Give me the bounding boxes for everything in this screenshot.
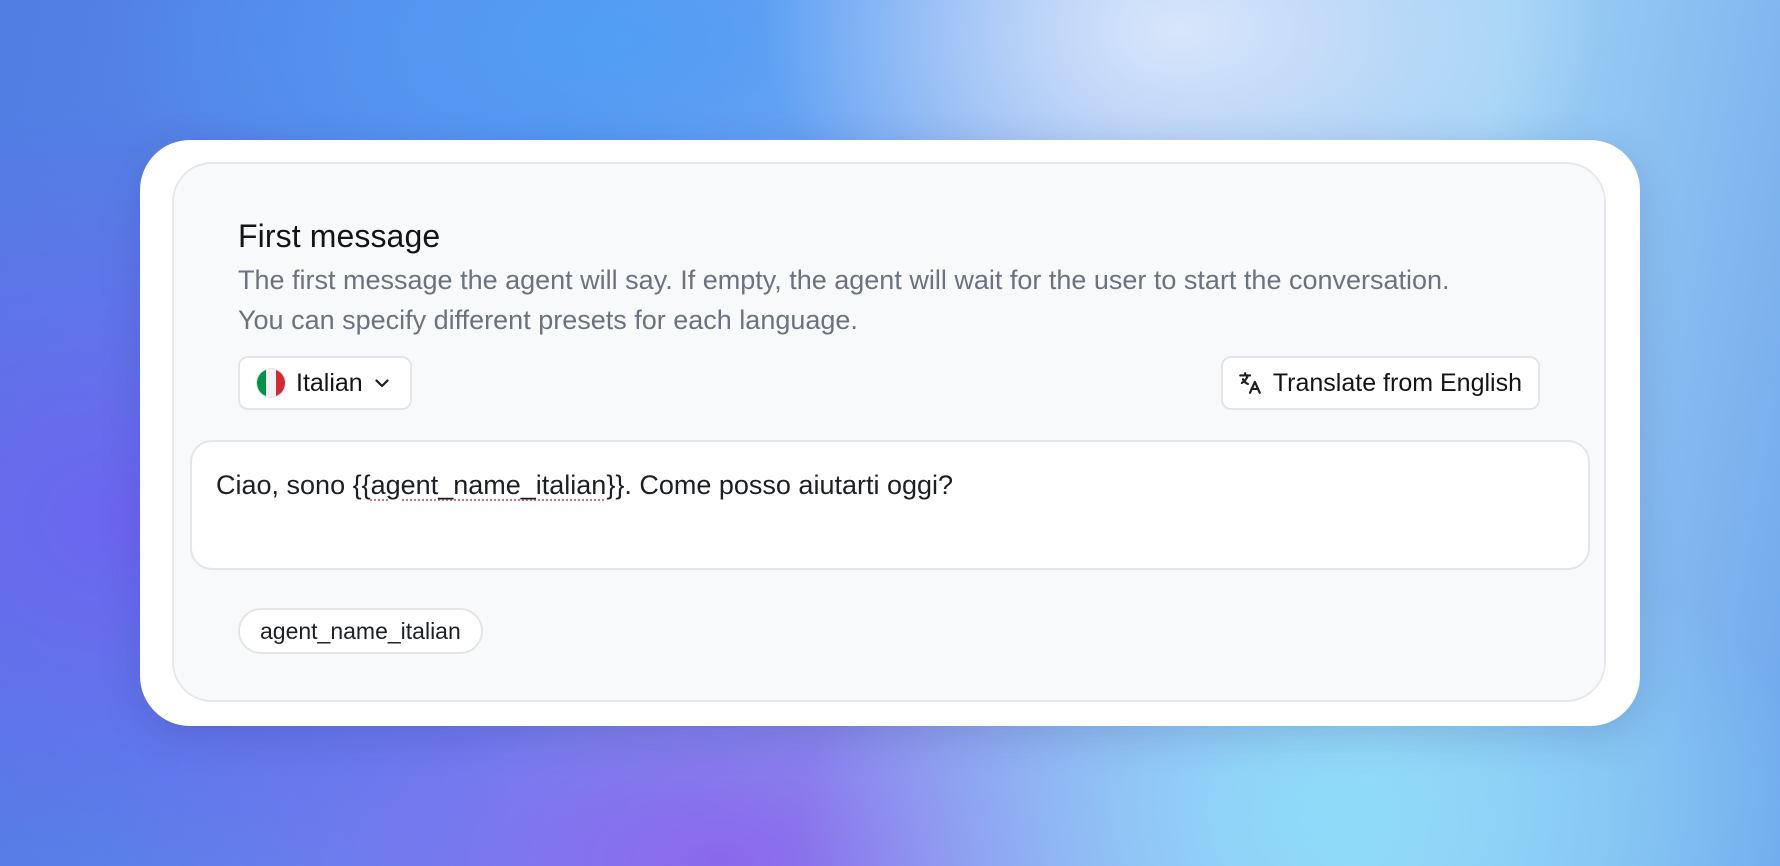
translate-icon [1237,370,1263,396]
card-outer-frame: First message The first message the agen… [140,140,1640,726]
translate-from-english-button[interactable]: Translate from English [1220,356,1540,410]
section-description: The first message the agent will say. If… [238,265,1450,335]
message-variable-text: agent_name_italian [370,470,607,500]
chevron-down-icon [373,374,391,392]
first-message-input[interactable]: Ciao, sono {{agent_name_italian}}. Come … [190,440,1590,570]
translate-button-label: Translate from English [1272,368,1522,397]
message-text-prefix: Ciao, sono {{ [216,470,371,500]
language-select-value: Italian [296,368,363,397]
message-text-suffix: }}. Come posso aiutarti oggi? [606,470,954,500]
language-select[interactable]: Italian [238,356,412,410]
first-message-section: First message The first message the agen… [172,162,1606,702]
variable-chip-agent-name-italian[interactable]: agent_name_italian [238,608,483,654]
italy-flag-icon [256,368,286,398]
section-title: First message [238,218,441,254]
